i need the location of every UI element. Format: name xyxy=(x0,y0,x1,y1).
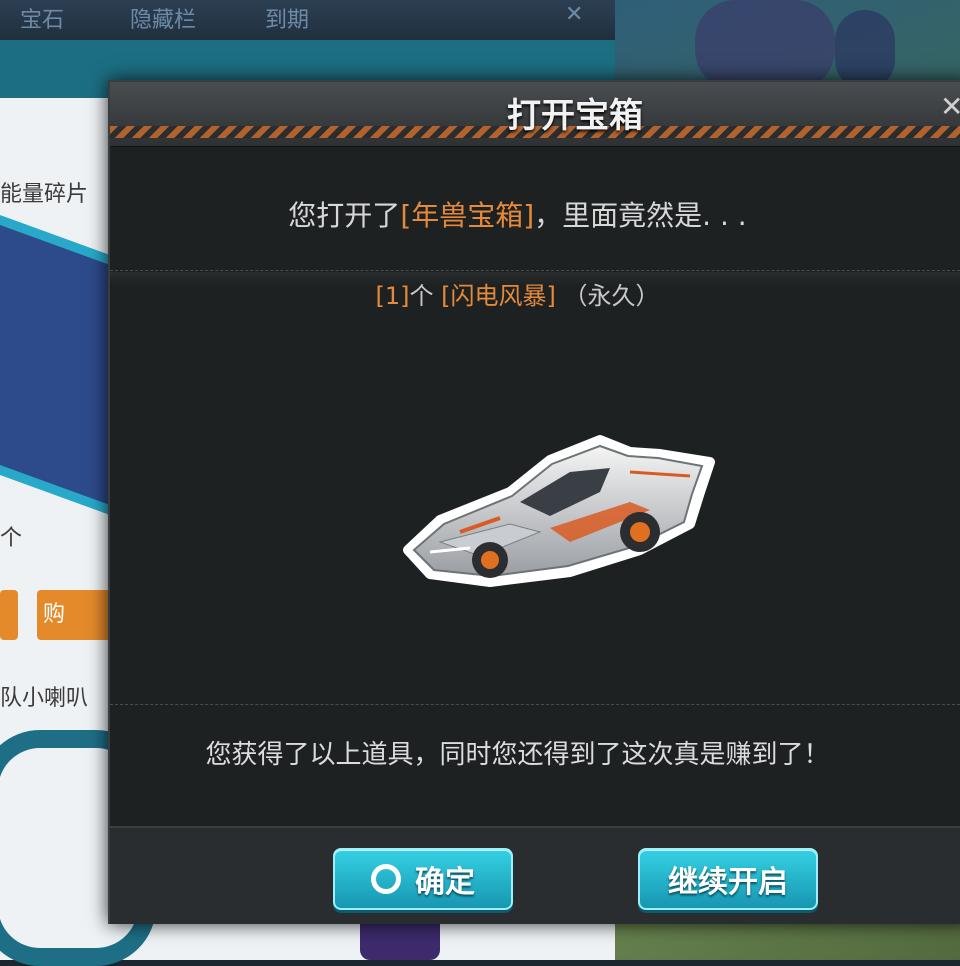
chest-name: [年兽宝箱] xyxy=(400,199,535,232)
background-text: 个 xyxy=(0,526,23,551)
reward-item-name: [闪电风暴] xyxy=(441,282,556,310)
character-figure xyxy=(835,10,895,90)
divider xyxy=(110,704,960,705)
background-tabbar: 宝石 隐藏栏 到期 ✕ xyxy=(0,0,615,42)
background-buy-button[interactable]: 购 xyxy=(37,590,112,640)
background-tab[interactable]: 到期 xyxy=(265,2,309,34)
continue-button-label: 继续开启 xyxy=(668,865,788,900)
background-text: 能量碎片 xyxy=(0,182,89,207)
close-icon[interactable]: ✕ xyxy=(940,90,960,123)
reward-line: [1]个 [闪电风暴] （永久） xyxy=(110,276,925,311)
obtained-message: 您获得了以上道具，同时您还得到了这次真是赚到了！ xyxy=(205,740,830,770)
message-prefix: 您打开了 xyxy=(288,199,401,232)
dialog-header: 打开宝箱 ✕ xyxy=(110,82,960,147)
reward-duration: （永久） xyxy=(563,282,660,310)
reward-count: [1] xyxy=(375,282,410,310)
dialog-footer: 确定 继续开启 xyxy=(110,826,960,924)
race-car-icon xyxy=(403,435,715,587)
divider xyxy=(110,270,960,271)
background-button[interactable] xyxy=(0,590,18,640)
message-suffix: ，里面竟然是. . . xyxy=(534,199,747,232)
background-tab[interactable]: 隐藏栏 xyxy=(130,2,196,34)
circle-icon xyxy=(371,864,401,894)
confirm-button-label: 确定 xyxy=(415,865,475,900)
background-close-icon[interactable]: ✕ xyxy=(565,2,583,27)
background-text: 队小喇叭 xyxy=(0,686,89,711)
background-tab[interactable]: 宝石 xyxy=(20,2,64,34)
character-figure xyxy=(695,0,835,90)
dialog-title: 打开宝箱 xyxy=(507,96,643,136)
open-message: 您打开了[年兽宝箱]，里面竟然是. . . xyxy=(110,194,925,234)
open-chest-dialog: 打开宝箱 ✕ 您打开了[年兽宝箱]，里面竟然是. . . [1]个 [闪电风暴]… xyxy=(108,80,960,924)
reward-unit: 个 xyxy=(409,282,434,310)
continue-opening-button[interactable]: 继续开启 xyxy=(638,848,818,910)
confirm-button[interactable]: 确定 xyxy=(333,848,513,910)
